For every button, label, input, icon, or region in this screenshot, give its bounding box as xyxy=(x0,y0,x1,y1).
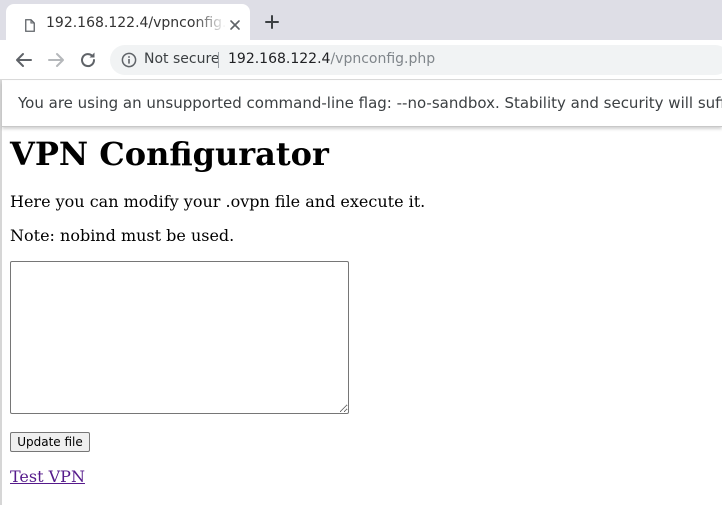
intro-text: Here you can modify your .ovpn file and … xyxy=(10,192,426,211)
warning-infobar: You are using an unsupported command-lin… xyxy=(2,81,722,127)
plus-icon[interactable] xyxy=(262,12,282,32)
test-vpn-link[interactable]: Test VPN xyxy=(10,467,85,486)
address-bar[interactable]: Not secure 192.168.122.4/vpnconfig.php xyxy=(110,45,722,75)
arrow-left-icon[interactable] xyxy=(13,49,35,71)
security-label[interactable]: Not secure xyxy=(144,51,220,67)
url-path: /vpnconfig.php xyxy=(330,51,436,67)
arrow-right-icon[interactable] xyxy=(45,49,67,71)
note-text: Note: nobind must be used. xyxy=(10,226,235,245)
browser-toolbar: Not secure 192.168.122.4/vpnconfig.php xyxy=(0,40,722,80)
info-icon[interactable] xyxy=(121,52,137,68)
tab-title: 192.168.122.4/vpnconfig.php xyxy=(46,15,226,31)
reload-icon[interactable] xyxy=(77,49,99,71)
url-text[interactable]: 192.168.122.4/vpnconfig.php xyxy=(228,51,435,67)
update-file-button[interactable]: Update file xyxy=(10,432,90,452)
page-icon xyxy=(25,19,35,32)
url-host: 192.168.122.4 xyxy=(228,51,331,67)
config-textarea[interactable] xyxy=(10,261,349,414)
tab-strip: 192.168.122.4/vpnconfig.php xyxy=(0,0,722,44)
close-icon[interactable] xyxy=(226,16,244,34)
infobar-message: You are using an unsupported command-lin… xyxy=(18,94,722,112)
page-title: VPN Configurator xyxy=(10,135,329,173)
browser-tab[interactable]: 192.168.122.4/vpnconfig.php xyxy=(6,4,250,44)
window-edge xyxy=(0,80,2,505)
omnibox-divider xyxy=(218,52,219,68)
